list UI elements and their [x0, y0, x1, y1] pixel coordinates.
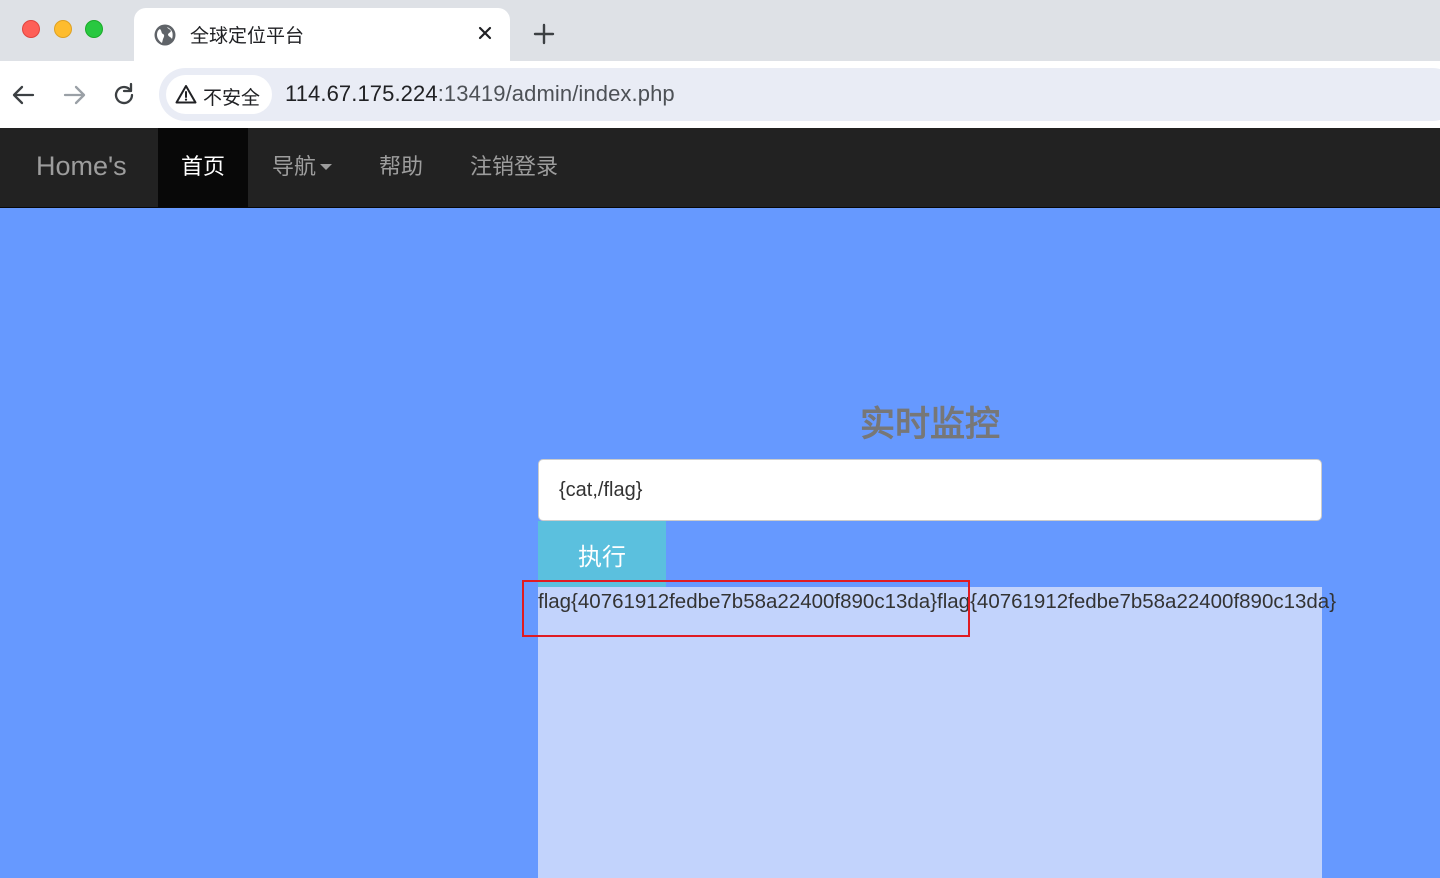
nav-item-home[interactable]: 首页	[158, 128, 248, 207]
nav-item-guide-label: 导航	[272, 155, 317, 180]
site-navbar: Home's 首页 导航 帮助 注销登录	[0, 128, 1440, 208]
brand-link[interactable]: Home's	[36, 151, 127, 182]
nav-item-guide-dropdown[interactable]: 导航	[272, 128, 334, 207]
plus-icon[interactable]	[532, 22, 556, 46]
security-chip[interactable]: 不安全	[166, 75, 272, 114]
security-label: 不安全	[203, 87, 261, 109]
caret-down-icon	[320, 163, 333, 170]
browser-toolbar: 不安全 114.67.175.224:13419/admin/index.php	[0, 61, 1440, 128]
arrow-left-icon[interactable]	[10, 81, 38, 109]
close-icon[interactable]	[474, 22, 496, 44]
arrow-right-icon[interactable]	[60, 81, 88, 109]
browser-tab-bar: 全球定位平台	[0, 0, 1440, 61]
output-flag-second: flag{40761912fedbe7b58a22400f890c13da}	[937, 590, 1337, 613]
reload-icon[interactable]	[110, 81, 138, 109]
minimize-window-button[interactable]	[54, 20, 72, 38]
highlight-annotation	[522, 580, 970, 637]
url-text[interactable]: 114.67.175.224:13419/admin/index.php	[285, 81, 675, 107]
url-host: 114.67.175.224	[285, 81, 438, 106]
globe-icon	[154, 24, 176, 46]
command-input[interactable]	[538, 459, 1322, 521]
close-window-button[interactable]	[22, 20, 40, 38]
maximize-window-button[interactable]	[85, 20, 103, 38]
nav-item-logout[interactable]: 注销登录	[470, 128, 560, 207]
warning-triangle-icon	[175, 85, 197, 104]
browser-tab[interactable]: 全球定位平台	[134, 8, 510, 61]
nav-item-help[interactable]: 帮助	[379, 128, 425, 207]
url-path: :13419/admin/index.php	[437, 81, 675, 106]
page-title: 实时监控	[859, 405, 1000, 445]
execute-button[interactable]: 执行	[538, 521, 666, 587]
address-bar[interactable]: 不安全 114.67.175.224:13419/admin/index.php	[159, 68, 1440, 121]
tab-title: 全球定位平台	[190, 25, 305, 47]
